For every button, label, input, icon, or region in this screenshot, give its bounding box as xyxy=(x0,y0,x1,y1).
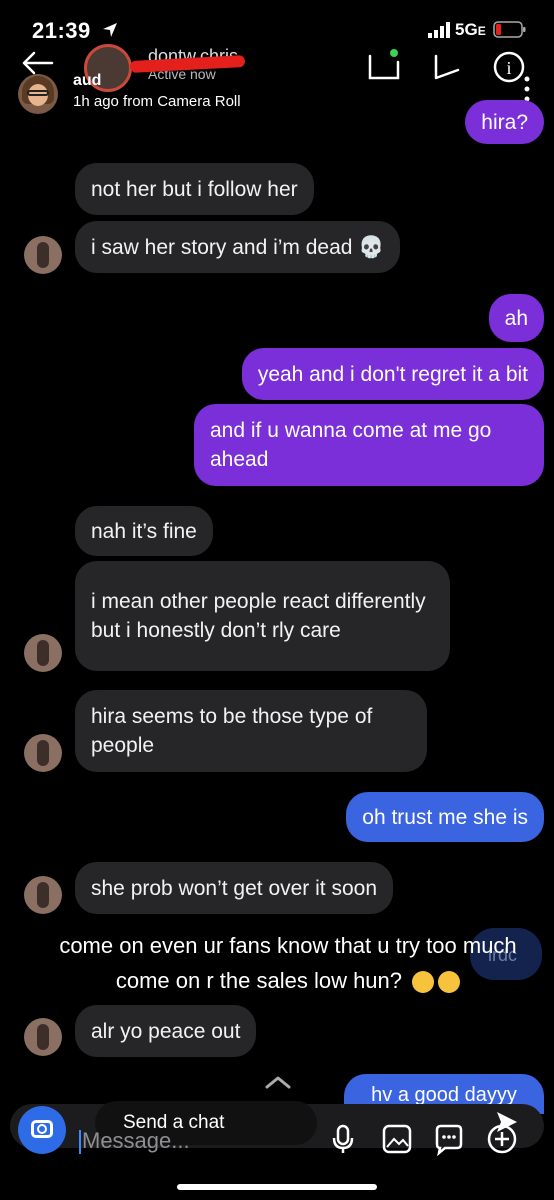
gallery-icon[interactable] xyxy=(380,1122,414,1156)
contact-name[interactable]: aud xyxy=(73,72,101,90)
send-icon[interactable] xyxy=(493,1108,521,1136)
more-vertical-icon[interactable] xyxy=(524,76,530,102)
info-icon[interactable]: i xyxy=(492,50,526,84)
sender-avatar xyxy=(24,1018,62,1056)
sender-avatar xyxy=(24,634,62,672)
back-arrow-icon[interactable] xyxy=(20,50,54,76)
message-bubble-outgoing[interactable]: yeah and i don't regret it a bit xyxy=(241,348,544,400)
message-bubble-incoming[interactable]: she prob won’t get over it soon xyxy=(75,862,394,914)
network-type: 5GE xyxy=(455,20,486,39)
message-bubble-outgoing[interactable]: oh trust me she is xyxy=(346,792,544,842)
call-icon[interactable] xyxy=(366,52,402,82)
message-bubble-outgoing[interactable]: ah xyxy=(488,294,544,342)
message-bubble-incoming[interactable]: nah it’s fine xyxy=(75,506,213,556)
sender-avatar xyxy=(24,876,62,914)
sender-avatar xyxy=(24,734,62,772)
avatar[interactable] xyxy=(18,74,58,114)
sticker-icon[interactable] xyxy=(432,1122,466,1156)
status-bar: 21:39 5GE xyxy=(0,0,554,44)
message-bubble-outgoing[interactable]: hira? xyxy=(465,100,544,144)
online-indicator xyxy=(390,49,398,57)
message-bubble-incoming[interactable]: alr yo peace out xyxy=(75,1005,257,1057)
svg-text:i: i xyxy=(506,58,511,78)
message-bubble-incoming[interactable]: i saw her story and i’m dead 💀 xyxy=(75,221,401,273)
home-indicator[interactable] xyxy=(177,1184,377,1190)
message-bubble-incoming[interactable]: hira seems to be those type of people xyxy=(75,690,427,772)
video-icon[interactable] xyxy=(432,52,462,82)
message-input[interactable]: Message... xyxy=(82,1128,190,1154)
microphone-icon[interactable] xyxy=(326,1122,360,1156)
location-arrow-icon xyxy=(103,23,117,37)
contact-subtitle: 1h ago from Camera Roll xyxy=(73,93,241,110)
message-bubble-outgoing[interactable]: and if u wanna come at me go ahead xyxy=(194,404,544,486)
text-cursor xyxy=(79,1130,81,1154)
signal-bars-icon xyxy=(428,22,450,38)
frowning-face-icon xyxy=(412,971,435,994)
battery-icon xyxy=(493,21,526,38)
camera-button[interactable] xyxy=(18,1106,66,1154)
message-bubble-incoming[interactable]: i mean other people react differently bu… xyxy=(75,561,450,671)
chevron-up-icon[interactable] xyxy=(264,1074,292,1090)
overlay-caption: come on even ur fans know that u try too… xyxy=(59,933,517,994)
sender-avatar xyxy=(24,236,62,274)
message-bubble-incoming[interactable]: not her but i follow her xyxy=(75,163,314,215)
frowning-face-icon xyxy=(438,971,461,994)
